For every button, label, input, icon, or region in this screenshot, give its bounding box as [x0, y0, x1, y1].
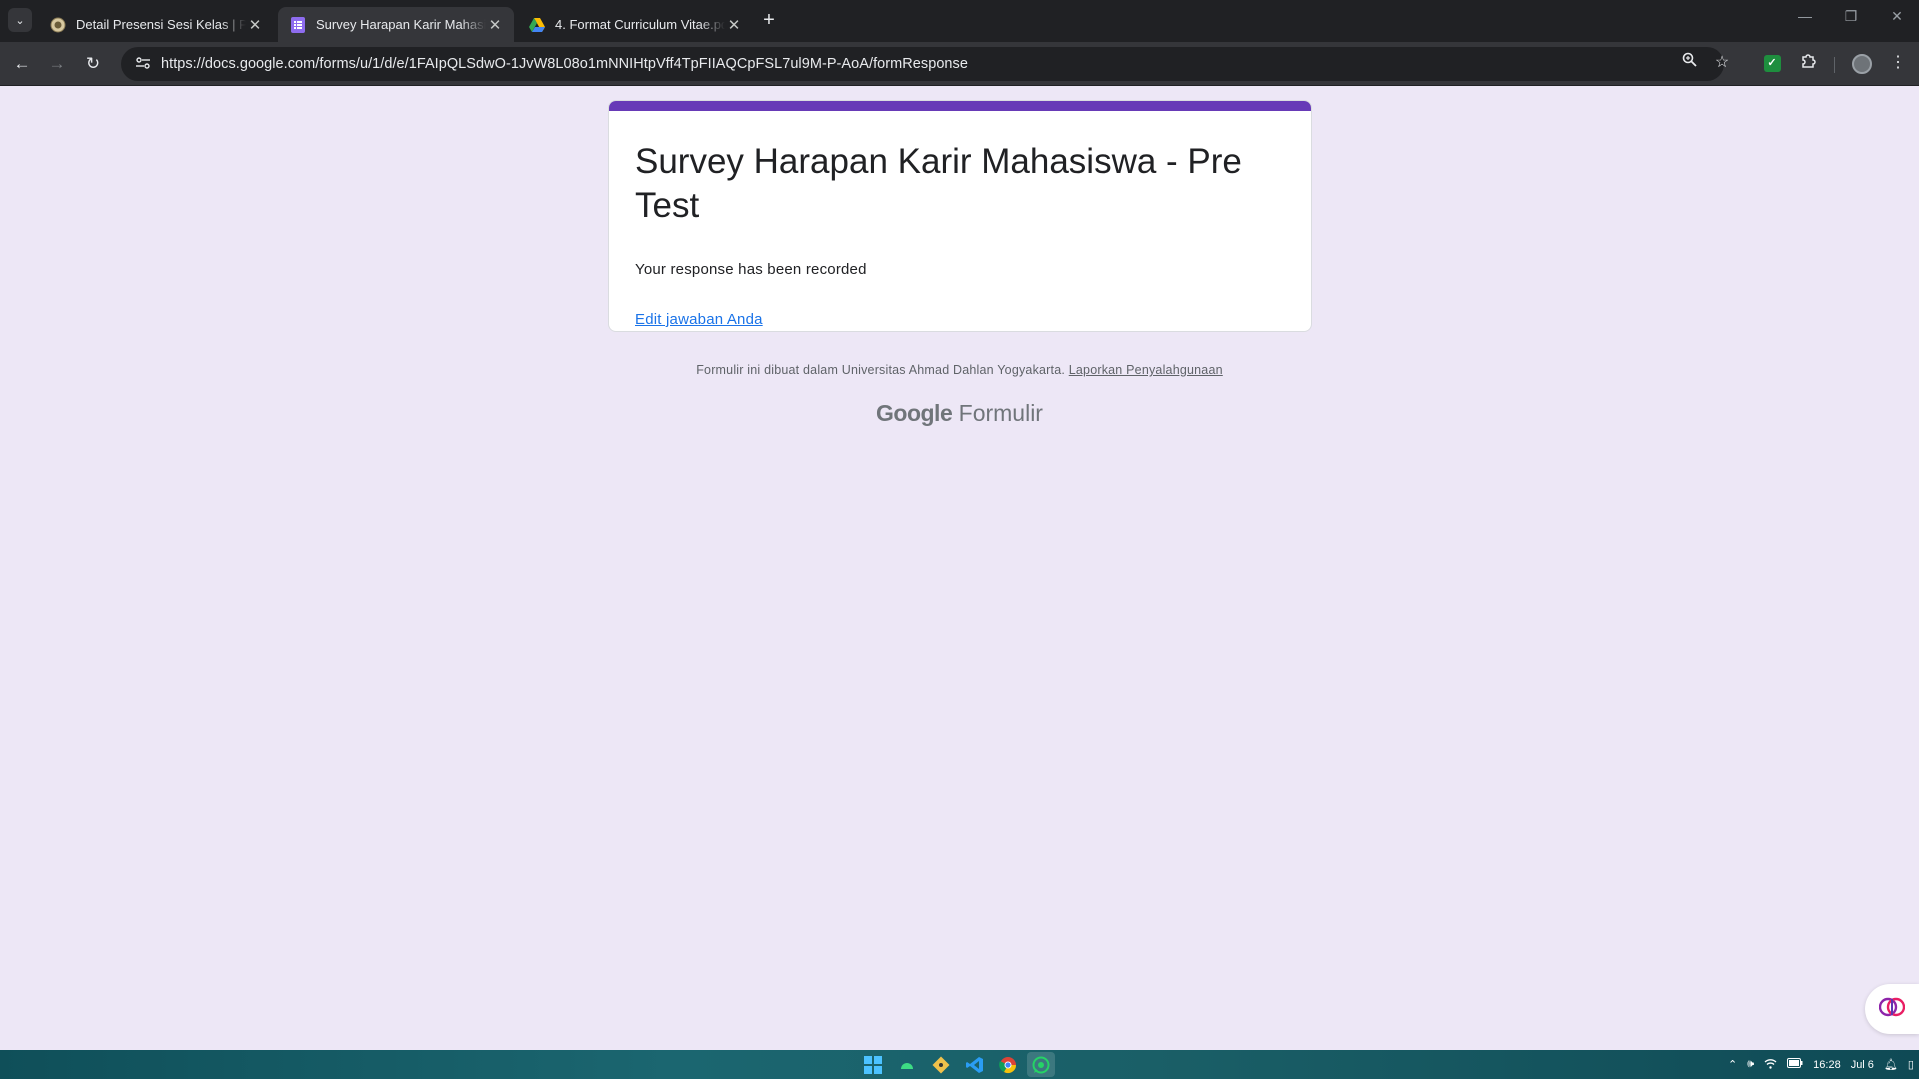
brand-product: Formulir: [958, 400, 1043, 426]
tab-survey[interactable]: Survey Harapan Karir Mahasiswa ✕: [278, 7, 514, 42]
form-title: Survey Harapan Karir Mahasiswa - Pre Tes…: [635, 142, 1242, 225]
card-accent-bar: [609, 101, 1311, 111]
notification-bell-icon[interactable]: 🔔︎: [1884, 1058, 1898, 1071]
bookmark-star-icon[interactable]: ☆: [1710, 52, 1734, 72]
site-info-icon[interactable]: [125, 56, 161, 72]
report-abuse-link[interactable]: Laporkan Penyalahgunaan: [1069, 363, 1223, 377]
floating-assistant-button[interactable]: [1865, 984, 1919, 1034]
google-drive-icon: [529, 17, 545, 33]
show-desktop-icon[interactable]: ▯: [1908, 1058, 1914, 1071]
menu-kebab-icon[interactable]: ⋮: [1886, 52, 1910, 76]
battery-icon[interactable]: [1787, 1058, 1803, 1071]
tab-strip: ⌄ Detail Presensi Sesi Kelas | Portal ✕ …: [0, 0, 1919, 42]
chevron-down-icon: ⌄: [15, 14, 25, 27]
brain-icon: [1878, 994, 1906, 1025]
clock-date[interactable]: Jul 6: [1851, 1059, 1874, 1071]
git-icon[interactable]: [927, 1052, 955, 1077]
chrome-icon[interactable]: [994, 1052, 1022, 1077]
close-window-icon[interactable]: ✕: [1882, 8, 1912, 25]
toolbar-divider: [1834, 57, 1835, 73]
url-text[interactable]: https://docs.google.com/forms/u/1/d/e/1F…: [161, 56, 968, 72]
form-page: Survey Harapan Karir Mahasiswa - Pre Tes…: [0, 87, 1919, 1050]
volume-icon[interactable]: 🕪: [1747, 1058, 1754, 1071]
tab-portal[interactable]: Detail Presensi Sesi Kelas | Portal ✕: [38, 7, 274, 42]
response-card: Survey Harapan Karir Mahasiswa - Pre Tes…: [608, 100, 1312, 332]
brand-google: Google: [876, 400, 953, 426]
reload-icon[interactable]: ↻: [81, 52, 105, 76]
sheets-extension-icon[interactable]: ✓: [1760, 52, 1784, 76]
google-forms-logo[interactable]: Google Formulir: [0, 400, 1919, 427]
extensions-puzzle-icon[interactable]: [1797, 52, 1821, 76]
close-icon[interactable]: ✕: [725, 16, 743, 34]
minimize-icon[interactable]: —: [1790, 8, 1820, 24]
whatsapp-icon[interactable]: [1027, 1052, 1055, 1077]
vscode-icon[interactable]: [961, 1052, 989, 1077]
back-arrow-icon[interactable]: ←: [10, 52, 34, 76]
portal-logo-icon: [50, 17, 66, 33]
tab-title: Survey Harapan Karir Mahasiswa: [316, 17, 486, 32]
wifi-icon[interactable]: [1764, 1058, 1777, 1072]
chevron-up-icon[interactable]: ⌃: [1728, 1058, 1737, 1071]
tab-search-button[interactable]: ⌄: [8, 8, 32, 32]
close-icon[interactable]: ✕: [246, 16, 264, 34]
clock-time[interactable]: 16:28: [1813, 1059, 1841, 1071]
tab-cv-pdf[interactable]: 4. Format Curriculum Vitae.pdf ✕: [517, 7, 753, 42]
windows-taskbar: ⌃ 🕪 16:28 Jul 6 🔔︎ ▯: [0, 1050, 1919, 1079]
confirmation-message: Your response has been recorded: [635, 261, 867, 278]
tab-title: 4. Format Curriculum Vitae.pdf: [555, 17, 725, 32]
footer-note-text: Formulir ini dibuat dalam Universitas Ah…: [696, 363, 1066, 377]
windows-start-icon[interactable]: [859, 1052, 887, 1077]
browser-toolbar: ← → ↻ https://docs.google.com/forms/u/1/…: [0, 42, 1919, 86]
android-studio-icon[interactable]: [893, 1052, 921, 1077]
new-tab-button[interactable]: +: [757, 9, 781, 33]
profile-avatar[interactable]: [1850, 52, 1874, 76]
edit-response-link[interactable]: Edit jawaban Anda: [635, 311, 763, 328]
zoom-icon[interactable]: [1677, 52, 1701, 72]
system-tray: ⌃ 🕪 16:28 Jul 6 🔔︎ ▯: [1723, 1050, 1919, 1079]
restore-icon[interactable]: ❐: [1836, 8, 1866, 25]
close-icon[interactable]: ✕: [486, 16, 504, 34]
google-forms-icon: [290, 16, 306, 33]
address-bar[interactable]: https://docs.google.com/forms/u/1/d/e/1F…: [121, 47, 1724, 81]
tab-title: Detail Presensi Sesi Kelas | Portal: [76, 17, 246, 32]
forward-arrow-icon[interactable]: →: [45, 52, 69, 76]
footer-note: Formulir ini dibuat dalam Universitas Ah…: [0, 363, 1919, 377]
